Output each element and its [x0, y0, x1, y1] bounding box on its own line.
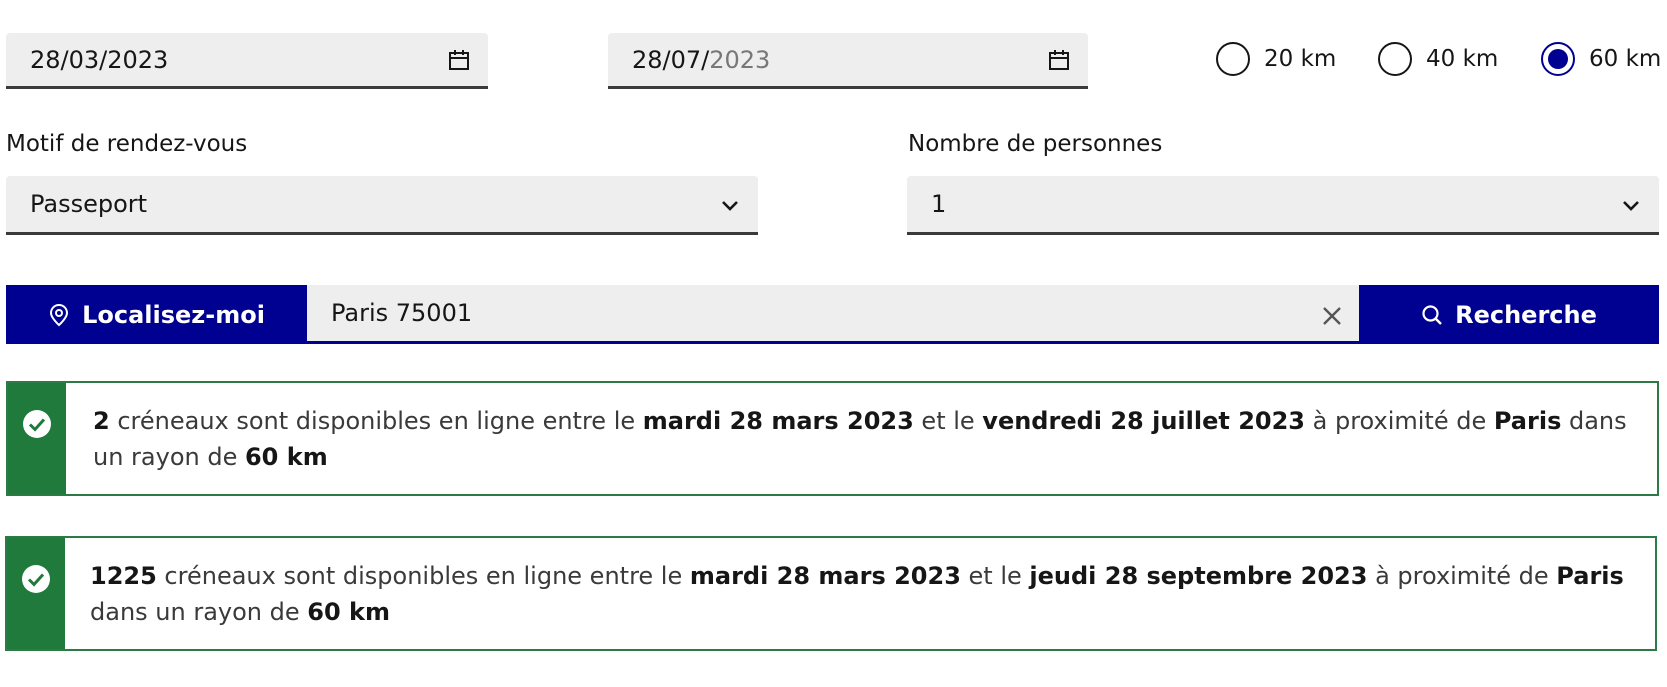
check-circle-icon — [23, 410, 51, 438]
end-date-day-month: 28/07/ — [632, 45, 710, 74]
result-text-part: et le — [913, 407, 983, 435]
start-date-input[interactable]: 28/03/2023 — [6, 33, 488, 89]
locate-me-button[interactable]: Localisez-moi — [6, 285, 307, 344]
radius-option-40[interactable]: 40 km — [1378, 42, 1498, 76]
result-alert: 1225 créneaux sont disponibles en ligne … — [5, 536, 1657, 651]
radio-circle[interactable] — [1216, 42, 1250, 76]
from-date: mardi 28 mars 2023 — [642, 407, 914, 435]
check-circle-icon — [22, 565, 50, 593]
locate-me-label: Localisez-moi — [82, 300, 265, 329]
end-date-input[interactable]: 28/07/2023 — [608, 33, 1088, 89]
radius-option-20[interactable]: 20 km — [1216, 42, 1336, 76]
chevron-down-icon — [1623, 201, 1639, 211]
result-text-part: et le — [960, 562, 1030, 590]
city: Paris — [1493, 407, 1562, 435]
success-bar — [7, 538, 65, 649]
motif-value: Passeport — [30, 190, 148, 218]
search-button-label: Recherche — [1455, 300, 1597, 329]
location-search-input[interactable]: Paris 75001 — [307, 285, 1359, 344]
result-alert: 2 créneaux sont disponibles en ligne ent… — [6, 381, 1659, 496]
search-button[interactable]: Recherche — [1359, 285, 1659, 344]
to-date: vendredi 28 juillet 2023 — [982, 407, 1306, 435]
radius-label: 20 km — [1264, 46, 1337, 72]
to-date: jeudi 28 septembre 2023 — [1029, 562, 1368, 590]
result-text-part: à proximité de — [1305, 407, 1494, 435]
radio-dot — [1548, 49, 1568, 69]
city: Paris — [1556, 562, 1624, 590]
motif-select[interactable]: Passeport — [6, 176, 758, 235]
persons-value: 1 — [931, 190, 947, 218]
calendar-icon[interactable] — [448, 49, 470, 71]
result-text-part: créneaux sont disponibles en ligne entre… — [156, 562, 690, 590]
result-text-part: à proximité de — [1367, 562, 1557, 590]
persons-select[interactable]: 1 — [907, 176, 1659, 235]
result-text-part: dans un rayon de — [90, 598, 308, 626]
end-date-year: 2023 — [709, 45, 771, 74]
radius: 60 km — [307, 598, 390, 626]
location-value: Paris 75001 — [331, 299, 473, 327]
success-bar — [8, 383, 66, 494]
result-text: 1225 créneaux sont disponibles en ligne … — [90, 558, 1630, 630]
chevron-down-icon — [722, 201, 738, 211]
search-icon — [1422, 304, 1442, 325]
radius-label: 60 km — [1589, 46, 1662, 72]
close-icon[interactable] — [1321, 305, 1343, 327]
start-date-value: 28/03/2023 — [30, 45, 169, 74]
radius: 60 km — [244, 443, 328, 471]
radio-circle[interactable] — [1378, 42, 1412, 76]
radio-circle-selected[interactable] — [1541, 42, 1575, 76]
calendar-icon[interactable] — [1048, 49, 1070, 71]
result-text: 2 créneaux sont disponibles en ligne ent… — [93, 403, 1633, 475]
slot-count: 2 — [93, 407, 110, 435]
slot-count: 1225 — [90, 562, 157, 590]
from-date: mardi 28 mars 2023 — [689, 562, 961, 590]
persons-label: Nombre de personnes — [908, 131, 1163, 157]
result-text-part: créneaux sont disponibles en ligne entre… — [109, 407, 643, 435]
radius-label: 40 km — [1426, 46, 1499, 72]
radius-option-60[interactable]: 60 km — [1541, 42, 1661, 76]
location-pin-icon — [50, 303, 69, 326]
motif-label: Motif de rendez-vous — [6, 131, 248, 157]
